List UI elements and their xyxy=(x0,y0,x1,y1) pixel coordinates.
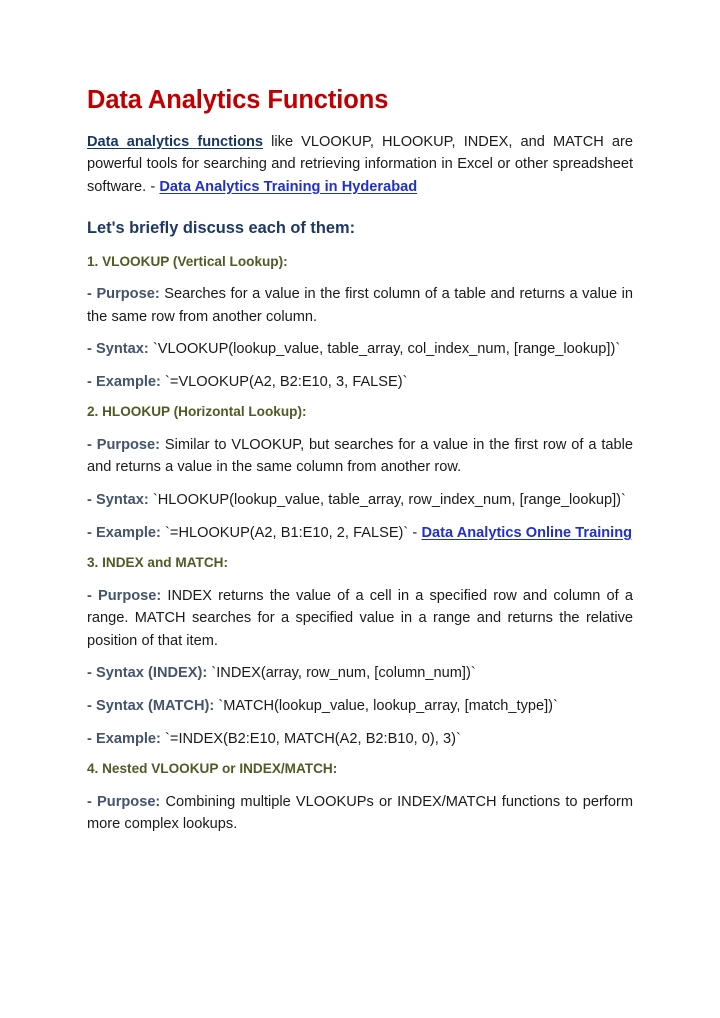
example-label: - Example: xyxy=(87,524,161,541)
syntax-label: - Syntax: xyxy=(87,492,149,509)
vlookup-example: - Example: `=VLOOKUP(A2, B2:E10, 3, FALS… xyxy=(87,371,633,394)
lead-heading: Let's briefly discuss each of them: xyxy=(87,219,356,238)
syntax-match-label: - Syntax (MATCH): xyxy=(87,698,215,715)
intro-paragraph: Data analytics functions like VLOOKUP, H… xyxy=(87,131,633,199)
example-text: `=VLOOKUP(A2, B2:E10, 3, FALSE)` xyxy=(160,373,408,390)
index-match-example: - Example: `=INDEX(B2:E10, MATCH(A2, B2:… xyxy=(87,728,633,751)
section-heading-hlookup: 2. HLOOKUP (Horizontal Lookup): xyxy=(87,404,307,420)
link-data-analytics-training-hyderabad[interactable]: Data Analytics Training in Hyderabad xyxy=(159,179,417,195)
purpose-label: - Purpose: xyxy=(87,793,161,810)
syntax-text: `VLOOKUP(lookup_value, table_array, col_… xyxy=(148,341,621,358)
link-data-analytics-online-training[interactable]: Data Analytics Online Training xyxy=(421,525,632,541)
purpose-label: - Purpose: xyxy=(87,587,162,604)
purpose-label: - Purpose: xyxy=(87,286,160,303)
purpose-text: Searches for a value in the first column… xyxy=(87,286,633,325)
document-page: Data Analytics Functions Data analytics … xyxy=(0,0,720,1018)
hlookup-example: - Example: `=HLOOKUP(A2, B1:E10, 2, FALS… xyxy=(87,522,633,545)
example-text: `=HLOOKUP(A2, B1:E10, 2, FALSE)` - xyxy=(160,524,422,541)
example-label: - Example: xyxy=(87,730,161,747)
example-text: `=INDEX(B2:E10, MATCH(A2, B2:B10, 0), 3)… xyxy=(160,730,461,747)
purpose-label: - Purpose: xyxy=(87,436,160,453)
section-heading-nested: 4. Nested VLOOKUP or INDEX/MATCH: xyxy=(87,761,338,777)
vlookup-purpose: - Purpose: Searches for a value in the f… xyxy=(87,283,633,328)
match-syntax: - Syntax (MATCH): `MATCH(lookup_value, l… xyxy=(87,695,633,718)
hlookup-purpose: - Purpose: Similar to VLOOKUP, but searc… xyxy=(87,434,633,479)
example-label: - Example: xyxy=(87,373,161,390)
page-title: Data Analytics Functions xyxy=(87,86,389,114)
index-match-purpose: - Purpose: INDEX returns the value of a … xyxy=(87,585,633,653)
document-content: Data Analytics Functions Data analytics … xyxy=(87,86,633,836)
purpose-text: Combining multiple VLOOKUPs or INDEX/MAT… xyxy=(87,793,633,833)
hlookup-syntax: - Syntax: `HLOOKUP(lookup_value, table_a… xyxy=(87,489,633,512)
link-data-analytics-functions[interactable]: Data analytics functions xyxy=(87,134,263,150)
purpose-text: Similar to VLOOKUP, but searches for a v… xyxy=(87,436,633,476)
purpose-text: INDEX returns the value of a cell in a s… xyxy=(87,587,633,649)
syntax-label: - Syntax: xyxy=(87,341,149,358)
syntax-index-text: `INDEX(array, row_num, [column_num])` xyxy=(207,665,476,682)
syntax-index-label: - Syntax (INDEX): xyxy=(87,665,208,682)
section-heading-vlookup: 1. VLOOKUP (Vertical Lookup): xyxy=(87,253,288,269)
syntax-text: `HLOOKUP(lookup_value, table_array, row_… xyxy=(148,492,626,509)
vlookup-syntax: - Syntax: `VLOOKUP(lookup_value, table_a… xyxy=(87,338,633,361)
section-heading-index-match: 3. INDEX and MATCH: xyxy=(87,555,228,571)
nested-purpose: - Purpose: Combining multiple VLOOKUPs o… xyxy=(87,791,633,836)
syntax-match-text: `MATCH(lookup_value, lookup_array, [matc… xyxy=(214,698,558,715)
index-syntax: - Syntax (INDEX): `INDEX(array, row_num,… xyxy=(87,662,633,685)
